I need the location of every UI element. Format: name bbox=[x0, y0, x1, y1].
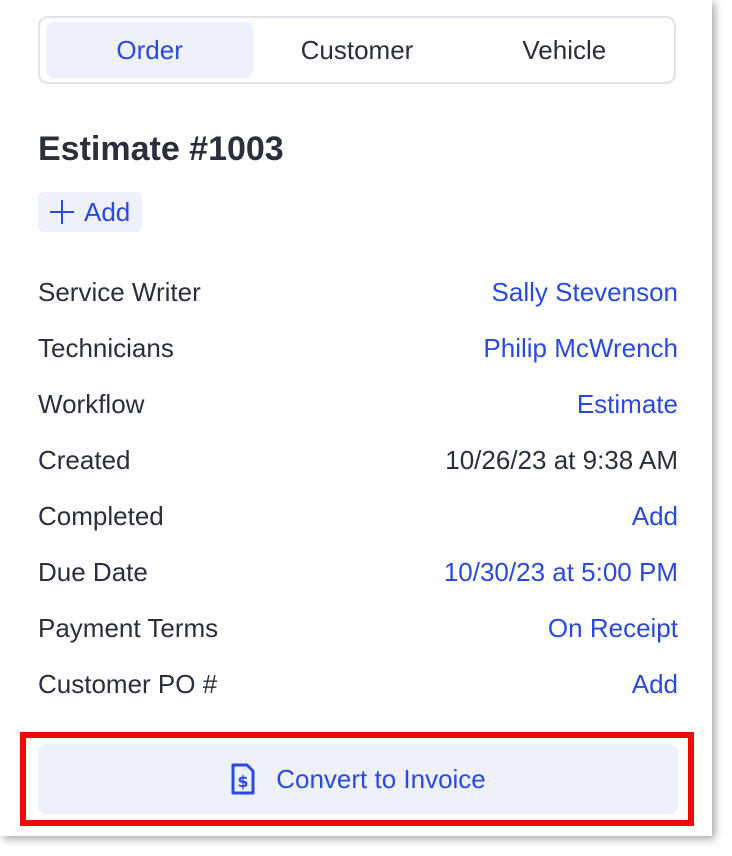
customer-po-add-link[interactable]: Add bbox=[632, 669, 678, 700]
field-label: Service Writer bbox=[38, 276, 201, 307]
service-writer-link[interactable]: Sally Stevenson bbox=[492, 277, 678, 308]
workflow-link[interactable]: Estimate bbox=[577, 389, 678, 420]
order-panel: Order Customer Vehicle Estimate #1003 Ad… bbox=[0, 0, 712, 836]
field-workflow: Workflow Estimate bbox=[38, 376, 678, 432]
page-title: Estimate #1003 bbox=[38, 130, 284, 168]
field-customer-po: Customer PO # Add bbox=[38, 656, 678, 712]
highlight-box bbox=[20, 732, 694, 826]
field-label: Created bbox=[38, 444, 131, 475]
field-label: Customer PO # bbox=[38, 668, 218, 699]
field-completed: Completed Add bbox=[38, 488, 678, 544]
field-technicians: Technicians Philip McWrench bbox=[38, 320, 678, 376]
tab-customer[interactable]: Customer bbox=[253, 22, 460, 78]
field-label: Completed bbox=[38, 500, 164, 531]
details-list: Service Writer Sally Stevenson Technicia… bbox=[38, 264, 678, 712]
field-label: Technicians bbox=[38, 332, 174, 363]
add-button-label: Add bbox=[84, 196, 131, 227]
tab-vehicle[interactable]: Vehicle bbox=[461, 22, 668, 78]
completed-add-link[interactable]: Add bbox=[632, 501, 678, 532]
field-payment-terms: Payment Terms On Receipt bbox=[38, 600, 678, 656]
tab-order[interactable]: Order bbox=[46, 22, 254, 78]
field-service-writer: Service Writer Sally Stevenson bbox=[38, 264, 678, 320]
created-value: 10/26/23 at 9:38 AM bbox=[445, 444, 678, 475]
technicians-link[interactable]: Philip McWrench bbox=[483, 333, 678, 364]
field-label: Due Date bbox=[38, 556, 148, 587]
field-label: Payment Terms bbox=[38, 612, 219, 643]
payment-terms-link[interactable]: On Receipt bbox=[548, 613, 678, 644]
field-label: Workflow bbox=[38, 388, 145, 419]
tab-bar: Order Customer Vehicle bbox=[38, 16, 676, 84]
field-due-date: Due Date 10/30/23 at 5:00 PM bbox=[38, 544, 678, 600]
add-button[interactable]: Add bbox=[38, 192, 143, 232]
plus-icon bbox=[50, 200, 74, 224]
field-created: Created 10/26/23 at 9:38 AM bbox=[38, 432, 678, 488]
due-date-link[interactable]: 10/30/23 at 5:00 PM bbox=[444, 557, 678, 588]
